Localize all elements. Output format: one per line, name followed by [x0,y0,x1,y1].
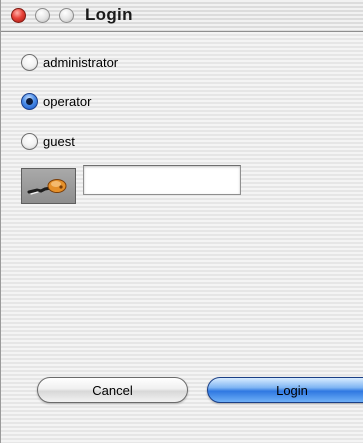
minimize-button[interactable] [35,8,50,23]
radio-button-administrator[interactable] [21,53,38,71]
window-title: Login [85,5,133,24]
key-input[interactable] [83,165,241,195]
login-window: Login administrator operator guest Cance… [0,0,363,443]
radio-button-guest[interactable] [21,132,38,150]
radio-button-operator[interactable] [21,92,38,110]
radio-administrator[interactable]: administrator [21,52,118,72]
title-bar[interactable]: Login [1,0,363,32]
radio-guest[interactable]: guest [21,131,75,151]
cancel-button[interactable]: Cancel [37,377,188,403]
radio-label-operator: operator [43,93,92,109]
key-icon [27,179,66,195]
radio-operator[interactable]: operator [21,91,91,111]
key-button[interactable] [21,168,76,204]
radio-label-guest: guest [43,133,75,149]
zoom-button[interactable] [59,8,74,23]
radio-label-administrator: administrator [43,54,119,70]
close-button[interactable] [11,8,26,23]
login-button[interactable]: Login [207,377,363,403]
